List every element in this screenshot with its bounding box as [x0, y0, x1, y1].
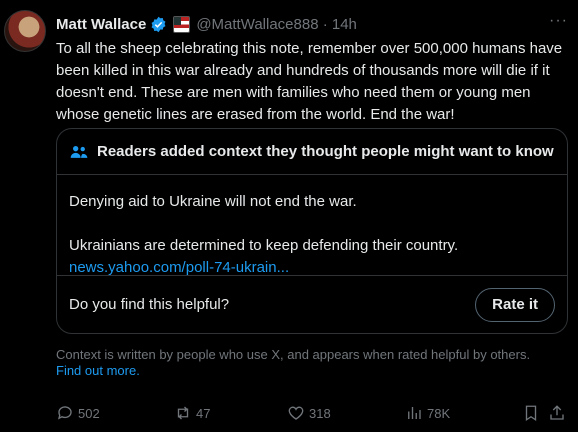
people-icon — [70, 145, 88, 158]
flag-icon — [173, 15, 191, 33]
reply-icon — [57, 406, 72, 420]
views-button[interactable]: 78K — [405, 404, 522, 422]
action-bar: 502 47 318 78K — [56, 402, 570, 424]
repost-button[interactable]: 47 — [174, 404, 287, 422]
views-icon — [408, 407, 421, 419]
note-header: Readers added context they thought peopl… — [57, 129, 567, 175]
reply-button[interactable]: 502 — [56, 404, 174, 422]
repost-icon — [177, 406, 189, 420]
share-button[interactable] — [548, 404, 570, 422]
author-handle-time[interactable]: @MattWallace888 · 14h — [196, 16, 357, 33]
note-disclaimer: Context is written by people who use X, … — [56, 347, 566, 379]
more-options-icon[interactable]: ··· — [549, 12, 568, 30]
verified-badge-icon — [151, 16, 166, 32]
note-line-2: Ukrainians are determined to keep defend… — [69, 237, 459, 254]
repost-count: 47 — [196, 405, 211, 421]
note-line-1: Denying aid to Ukraine will not end the … — [69, 193, 357, 210]
bookmark-button[interactable] — [522, 404, 548, 422]
share-icon — [550, 405, 564, 420]
bookmark-icon — [525, 405, 537, 422]
disclaimer-text: Context is written by people who use X, … — [56, 347, 531, 362]
author-name[interactable]: Matt Wallace — [56, 16, 146, 33]
reply-count: 502 — [78, 405, 100, 421]
community-note: Readers added context they thought peopl… — [56, 128, 568, 334]
tweet-text: To all the sheep celebrating this note, … — [56, 40, 563, 123]
like-count: 318 — [309, 405, 331, 421]
find-out-more-link[interactable]: Find out more. — [56, 363, 566, 379]
like-button[interactable]: 318 — [287, 404, 405, 422]
note-footer: Do you find this helpful? Rate it — [57, 275, 567, 333]
tweet-header: Matt Wallace @MattWallace888 · 14h ··· — [56, 12, 570, 34]
helpful-question: Do you find this helpful? — [69, 296, 230, 313]
views-count: 78K — [427, 405, 451, 421]
note-header-label: Readers added context they thought peopl… — [97, 143, 554, 160]
rate-it-button[interactable]: Rate it — [475, 287, 555, 322]
avatar[interactable] — [4, 10, 46, 52]
heart-icon — [288, 406, 304, 420]
